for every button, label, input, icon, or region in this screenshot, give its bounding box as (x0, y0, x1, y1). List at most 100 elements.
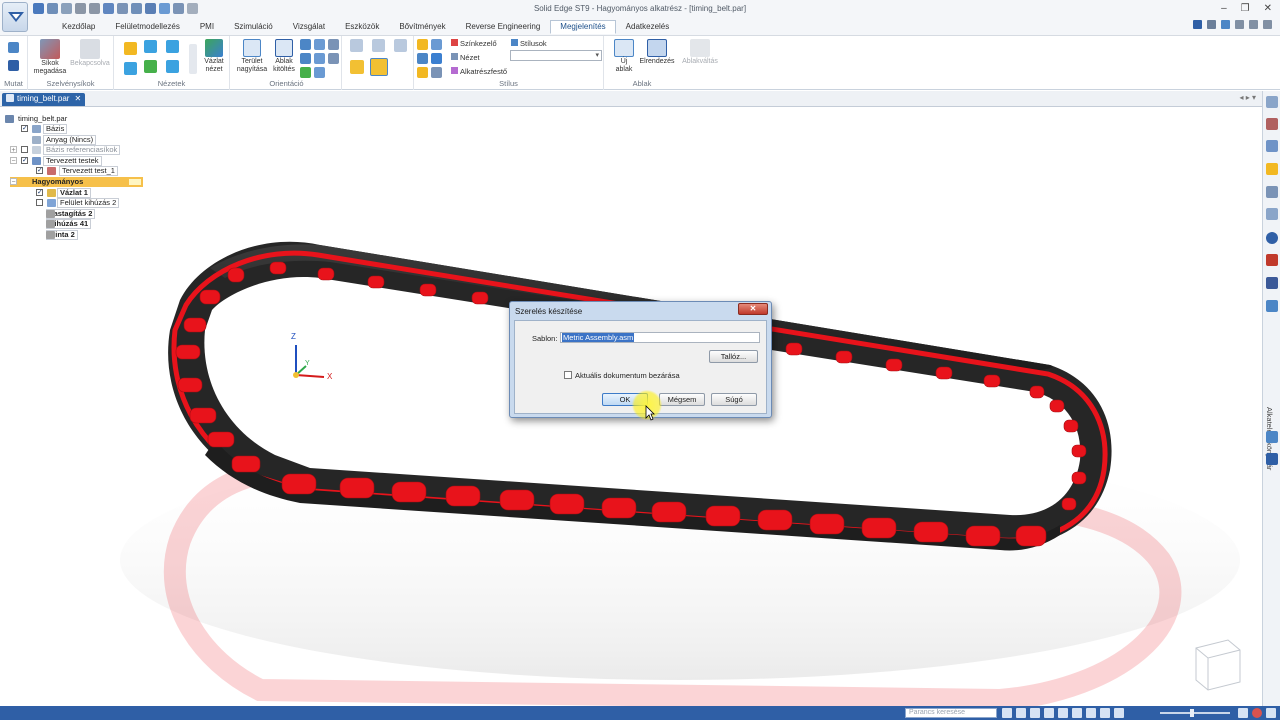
previous-view-status-icon[interactable] (1086, 708, 1096, 718)
switch-window-button[interactable]: Ablakváltás (680, 39, 720, 66)
tab-vizsgalat[interactable]: Vizsgálat (283, 20, 335, 34)
sensors-tab-icon[interactable] (1266, 186, 1278, 198)
library-tab-icon[interactable] (1266, 300, 1278, 312)
styles-button[interactable]: Stílusok (511, 39, 547, 48)
cancel-button[interactable]: Mégsem (659, 393, 705, 406)
visibility-checkbox[interactable]: ✓ (36, 189, 43, 196)
ribbon-minimize-icon[interactable] (1235, 20, 1244, 29)
document-tab[interactable]: timing_belt.par ✕ (2, 93, 86, 106)
template-field[interactable]: Metric Assembly.asm (560, 332, 760, 343)
tab-szimulacio[interactable]: Szimuláció (224, 20, 283, 34)
doc-restore-icon[interactable] (1249, 20, 1258, 29)
visible-edges-icon[interactable] (372, 39, 385, 52)
tree-item-tervezett-test-1[interactable]: ✓ Tervezett test_1 (26, 166, 118, 176)
collapse-icon[interactable]: − (10, 178, 17, 186)
command-search-input[interactable]: Parancs keresése (905, 708, 997, 718)
view-back-icon[interactable] (166, 60, 179, 73)
search-help-icon[interactable] (1207, 20, 1216, 29)
named-views-icon[interactable] (314, 67, 325, 78)
tab-kezdolap[interactable]: Kezdőlap (52, 20, 105, 34)
style-dropdown[interactable]: ▾ (510, 50, 602, 61)
sketch-view-button[interactable]: Vázlat nézet (200, 39, 228, 73)
hidden-edges-icon[interactable] (394, 39, 407, 52)
tree-item-vazlat-1[interactable]: ✓ Vázlat 1 (26, 188, 91, 198)
view-cube[interactable] (1195, 639, 1241, 691)
tab-reverse-engineering[interactable]: Reverse Engineering (456, 20, 551, 34)
layers-tab-icon[interactable] (1266, 140, 1278, 152)
parts-library-icon[interactable] (1266, 431, 1278, 443)
help-icon[interactable] (1193, 20, 1202, 29)
dialog-close-button[interactable]: ✕ (738, 303, 768, 315)
pan-icon[interactable] (314, 39, 325, 50)
tab-megjelenites[interactable]: Megjelenítés (550, 20, 616, 34)
zoom-in-icon[interactable] (1238, 708, 1248, 718)
record-icon[interactable] (1252, 708, 1262, 718)
fly-icon[interactable] (300, 67, 311, 78)
fit-status-icon[interactable] (1030, 708, 1040, 718)
spin-about-icon[interactable] (300, 53, 311, 64)
look-at-face-icon[interactable] (314, 53, 325, 64)
show-icon[interactable] (8, 42, 19, 53)
zoom-slider-knob[interactable] (1190, 709, 1194, 717)
arrange-button[interactable]: Elrendezés (638, 39, 676, 66)
tab-eszkozok[interactable]: Eszközök (335, 20, 389, 34)
zoom-area-button[interactable]: Terület nagyítása (234, 39, 270, 73)
sketch-view-status-icon[interactable] (1072, 708, 1082, 718)
zoom-area-status-icon[interactable] (1016, 708, 1026, 718)
tree-item-bazis[interactable]: ✓ Bázis (10, 124, 68, 134)
rotate-status-icon[interactable] (1058, 708, 1068, 718)
enabled-toggle-button[interactable]: Bekapcsolva (68, 39, 112, 68)
reflection-icon[interactable] (431, 67, 442, 78)
tree-item-vastagitas-2[interactable]: Vastagítás 2 (46, 209, 96, 219)
shadows-icon[interactable] (417, 67, 428, 78)
close-button[interactable]: ✕ (1264, 3, 1272, 14)
previous-view-icon[interactable] (328, 53, 339, 64)
pathfinder-tab-icon[interactable] (1266, 96, 1278, 108)
view-right-icon[interactable] (166, 40, 179, 53)
wireframe-icon[interactable] (350, 39, 363, 52)
arrow-icon[interactable] (1002, 708, 1012, 718)
render-mode-icon[interactable] (417, 39, 428, 50)
view-button[interactable]: Nézet (451, 53, 480, 62)
view-top-icon[interactable] (124, 42, 137, 55)
visibility-checkbox[interactable]: ✓ (21, 157, 28, 164)
view-scroll-icon[interactable] (189, 44, 197, 74)
help-button[interactable]: Súgó (711, 393, 757, 406)
color-manager-button[interactable]: Színkezelő (451, 39, 497, 48)
view-iso-icon[interactable] (144, 60, 157, 73)
tab-pmi[interactable]: PMI (190, 20, 224, 34)
part-painter-button[interactable]: Alkatrészfestő (451, 67, 507, 76)
rotate-icon[interactable] (328, 39, 339, 50)
globe-icon[interactable] (431, 53, 442, 64)
expand-icon[interactable]: + (10, 146, 17, 154)
minimize-button[interactable]: – (1221, 3, 1227, 14)
zoom-icon[interactable] (300, 39, 311, 50)
facebook-icon[interactable] (1266, 277, 1278, 289)
fit-window-button[interactable]: Ablak kitöltés (270, 39, 298, 73)
pan-status-icon[interactable] (1044, 708, 1054, 718)
shaded-with-edges-icon[interactable] (370, 58, 388, 76)
engineering-reference-icon[interactable] (1266, 453, 1278, 465)
tree-root[interactable]: timing_belt.par (5, 114, 70, 124)
tree-item-kihuzas-41[interactable]: Kihúzás 41 (46, 219, 92, 229)
fullscreen-icon[interactable] (1266, 708, 1276, 718)
view-style-icon[interactable] (431, 39, 442, 50)
view-front-icon[interactable] (144, 40, 157, 53)
tree-item-bazis-ref[interactable]: + Bázis referenciasíkok (10, 145, 121, 155)
zoom-out-icon[interactable] (1114, 708, 1124, 718)
visibility-checkbox[interactable]: ✓ (21, 125, 28, 132)
maximize-button[interactable]: ❐ (1241, 3, 1250, 14)
close-icon[interactable]: ✕ (74, 94, 81, 103)
tree-item-tervezett-testek[interactable]: − ✓ Tervezett testek (10, 156, 102, 166)
visibility-checkbox[interactable] (36, 199, 43, 206)
close-current-document-checkbox[interactable] (564, 371, 572, 379)
collapse-icon[interactable]: − (10, 157, 17, 165)
define-planes-button[interactable]: Síkok megadása (32, 39, 68, 75)
view-left-icon[interactable] (124, 62, 137, 75)
help-tab-icon[interactable] (1266, 232, 1278, 244)
tree-item-minta-2[interactable]: Minta 2 (46, 230, 78, 240)
tree-item-hagyomanyos[interactable]: − Hagyományos (10, 177, 143, 187)
shaded-icon[interactable] (350, 60, 364, 74)
tab-scroll-arrows[interactable]: ◂ ▸ ▾ (1240, 93, 1257, 102)
new-window-button[interactable]: Új ablak (609, 39, 639, 73)
